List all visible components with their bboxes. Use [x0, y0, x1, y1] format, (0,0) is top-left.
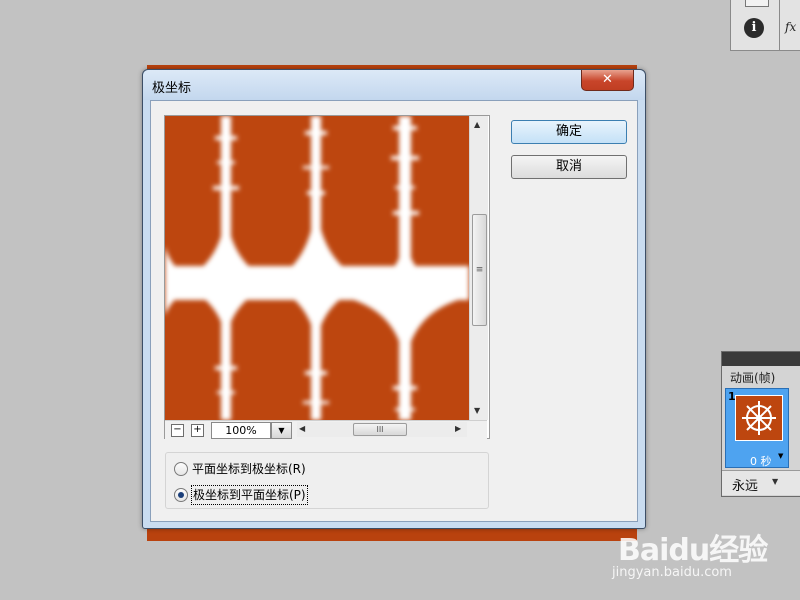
horizontal-scroll-thumb[interactable]: III: [353, 423, 407, 436]
animation-panel-header[interactable]: [722, 352, 800, 366]
scroll-down-icon[interactable]: ▼: [474, 406, 480, 415]
animation-panel-footer: 永远 ▼: [722, 470, 800, 495]
panel-separator: [779, 0, 780, 50]
option-label: 极坐标到平面坐标(P): [191, 485, 308, 505]
fx-icon[interactable]: fx: [785, 20, 796, 34]
zoom-dropdown-button[interactable]: ▼: [271, 422, 292, 439]
filter-preview-image[interactable]: [165, 116, 469, 420]
chevron-down-icon: ▼: [278, 426, 285, 435]
preview-horizontal-scrollbar[interactable]: ◀ III ▶: [297, 422, 467, 437]
radio-rectangular-to-polar[interactable]: [174, 462, 188, 476]
dialog-title: 极坐标: [152, 81, 192, 96]
dialog-client: ▲ ≡ ▼ − + 100% ▼ ◀ III ▶ 确定 取消 平面坐标到极坐标(…: [150, 100, 638, 522]
conversion-options-group: 平面坐标到极坐标(R) 极坐标到平面坐标(P): [165, 452, 489, 509]
frame-delay[interactable]: 0 秒: [750, 453, 772, 469]
zoom-level-field[interactable]: 100%: [211, 422, 271, 439]
animation-panel: 动画(帧) 1 0 秒 ▼ 永远 ▼: [721, 351, 800, 497]
close-button[interactable]: ✕: [581, 70, 634, 91]
option-label: 平面坐标到极坐标(R): [192, 462, 306, 476]
preview-vertical-scrollbar[interactable]: ▲ ≡ ▼: [469, 116, 488, 420]
vertical-scroll-thumb[interactable]: ≡: [472, 214, 487, 326]
dialog-titlebar[interactable]: 极坐标 ✕: [143, 70, 645, 100]
ok-button[interactable]: 确定: [511, 120, 627, 144]
frame-thumbnail: [735, 395, 783, 441]
scroll-left-icon[interactable]: ◀: [299, 424, 305, 433]
wheel-icon: [742, 401, 776, 435]
scroll-up-icon[interactable]: ▲: [474, 120, 480, 129]
radio-polar-to-rectangular[interactable]: [174, 488, 188, 502]
preview-bottom-bar: − + 100% ▼ ◀ III ▶: [165, 420, 487, 439]
watermark-logo: Baidu经验: [618, 533, 768, 568]
zoom-out-button[interactable]: −: [171, 424, 184, 437]
preview-frame: ▲ ≡ ▼ − + 100% ▼ ◀ III ▶: [164, 115, 490, 439]
watermark-site: jingyan.baidu.com: [612, 565, 732, 580]
polar-coordinates-dialog: 极坐标 ✕ ▲ ≡ ▼ − + 100% ▼ ◀ III ▶ 确定 取消 平面坐…: [142, 69, 646, 529]
scroll-right-icon[interactable]: ▶: [455, 424, 461, 433]
loop-dropdown-icon[interactable]: ▼: [772, 477, 778, 486]
close-icon: ✕: [602, 72, 613, 87]
loop-select[interactable]: 永远: [732, 475, 758, 494]
info-icon[interactable]: i: [744, 18, 764, 38]
preview-svg: [165, 116, 469, 420]
cancel-button[interactable]: 取消: [511, 155, 627, 179]
delay-dropdown-icon[interactable]: ▼: [778, 452, 783, 460]
zoom-in-button[interactable]: +: [191, 424, 204, 437]
panel-top-button[interactable]: [745, 0, 769, 7]
watermark: Baidu经验 jingyan.baidu.com: [608, 515, 798, 595]
animation-panel-title[interactable]: 动画(帧): [730, 369, 775, 386]
top-right-panel: i fx: [730, 0, 800, 51]
animation-frame[interactable]: 1 0 秒 ▼: [725, 388, 789, 468]
